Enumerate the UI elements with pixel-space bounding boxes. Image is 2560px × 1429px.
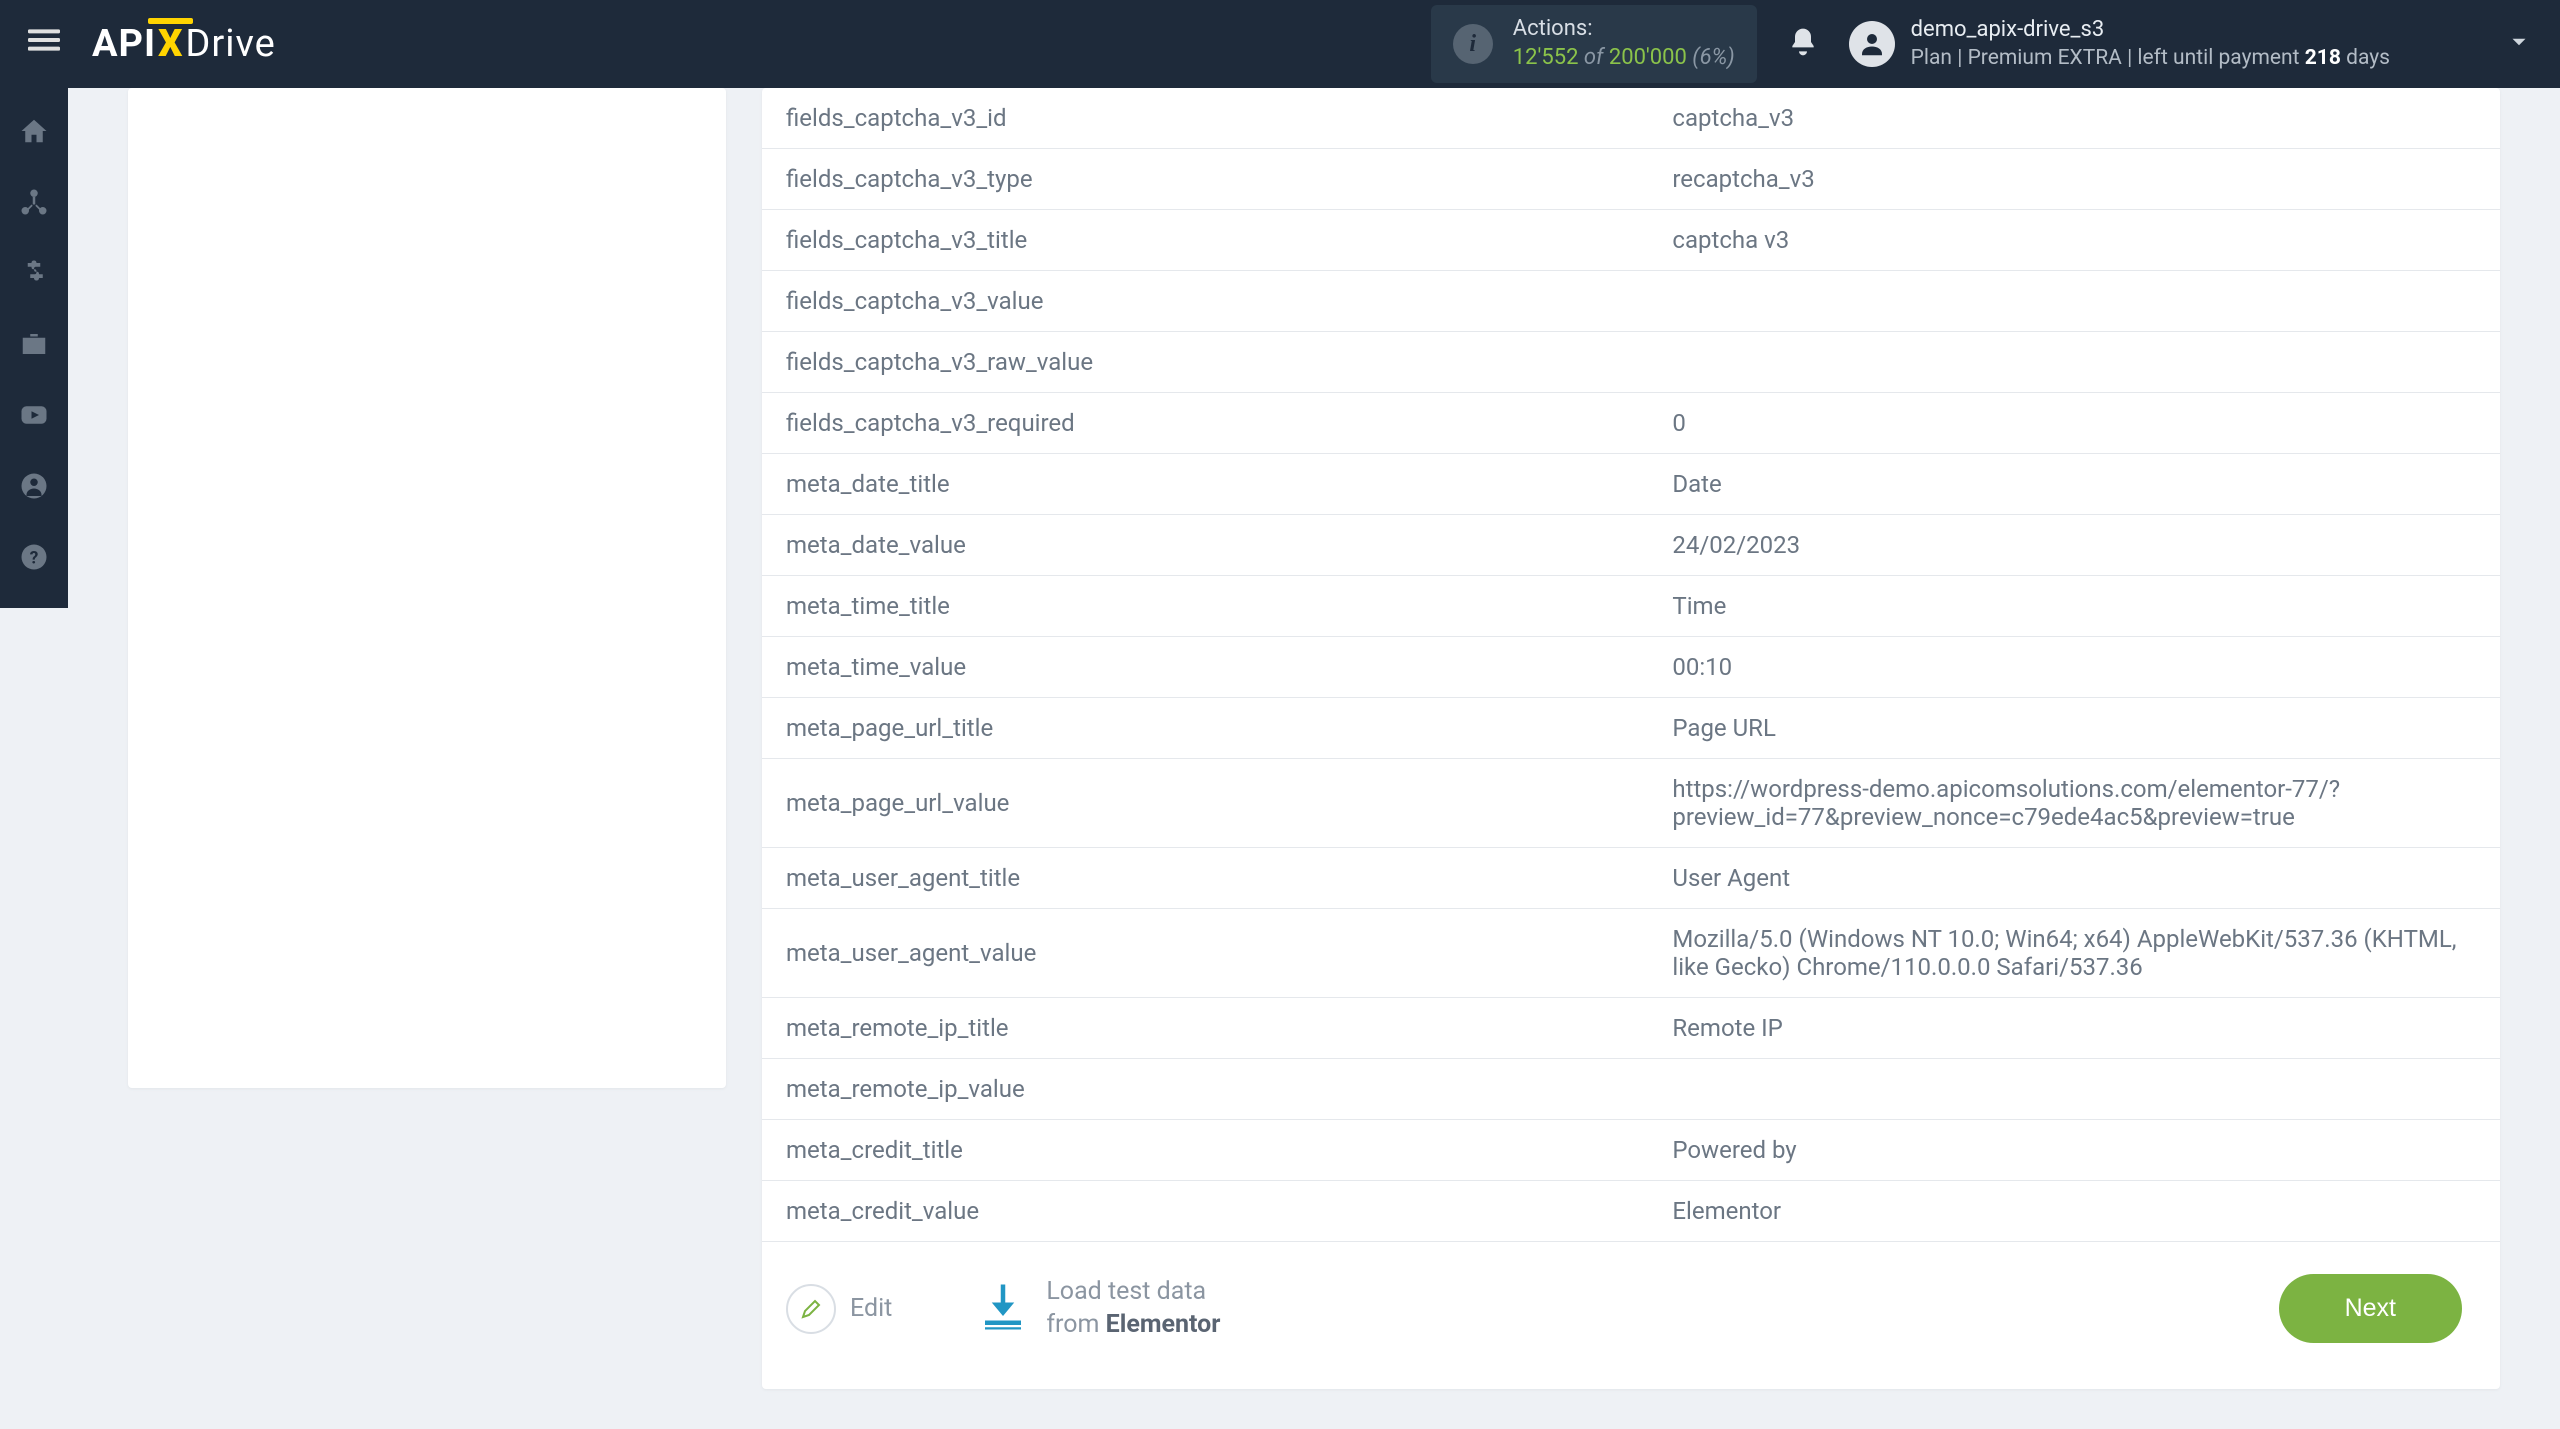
logo-api: API [92, 22, 156, 66]
table-row: meta_date_value24/02/2023 [762, 515, 2500, 576]
footer-actions: Edit Load test data from Elementor Next [762, 1242, 2500, 1343]
logo-drive: Drive [185, 22, 275, 66]
field-value: recaptcha_v3 [1648, 149, 2500, 210]
field-key: meta_date_value [762, 515, 1648, 576]
field-key: meta_remote_ip_title [762, 998, 1648, 1059]
load-line1: Load test data [1046, 1276, 1220, 1309]
field-value: captcha_v3 [1648, 88, 2500, 149]
field-key: meta_time_value [762, 637, 1648, 698]
table-row: meta_time_value00:10 [762, 637, 2500, 698]
field-value: Powered by [1648, 1120, 2500, 1181]
field-key: fields_captcha_v3_raw_value [762, 332, 1648, 393]
next-button[interactable]: Next [2279, 1274, 2462, 1343]
table-row: fields_captcha_v3_titlecaptcha v3 [762, 210, 2500, 271]
bell-icon[interactable] [1787, 26, 1819, 62]
actions-values: 12'552 of 200'000 (6%) [1513, 44, 1735, 73]
sidebar-video[interactable] [16, 397, 52, 433]
field-key: fields_captcha_v3_id [762, 88, 1648, 149]
field-key: meta_remote_ip_value [762, 1059, 1648, 1120]
sidebar-help[interactable]: ? [16, 539, 52, 575]
field-value: captcha v3 [1648, 210, 2500, 271]
header: APIXDrive i Actions: 12'552 of 200'000 (… [0, 0, 2560, 88]
sidebar-billing[interactable] [16, 255, 52, 291]
field-key: meta_date_title [762, 454, 1648, 515]
table-row: meta_page_url_valuehttps://wordpress-dem… [762, 759, 2500, 848]
field-key: fields_captcha_v3_value [762, 271, 1648, 332]
field-key: fields_captcha_v3_title [762, 210, 1648, 271]
table-row: fields_captcha_v3_idcaptcha_v3 [762, 88, 2500, 149]
field-key: fields_captcha_v3_type [762, 149, 1648, 210]
edit-button[interactable]: Edit [786, 1284, 892, 1334]
user-menu[interactable]: demo_apix-drive_s3 Plan | Premium EXTRA … [1849, 16, 2532, 72]
table-row: fields_captcha_v3_raw_value [762, 332, 2500, 393]
actions-box[interactable]: i Actions: 12'552 of 200'000 (6%) [1431, 5, 1757, 82]
field-key: meta_time_title [762, 576, 1648, 637]
logo-x: X [158, 22, 183, 66]
table-row: meta_page_url_titlePage URL [762, 698, 2500, 759]
field-value: Elementor [1648, 1181, 2500, 1242]
info-icon: i [1453, 24, 1493, 64]
table-row: meta_credit_valueElementor [762, 1181, 2500, 1242]
field-value: Mozilla/5.0 (Windows NT 10.0; Win64; x64… [1648, 909, 2500, 998]
pencil-icon [786, 1284, 836, 1334]
user-name: demo_apix-drive_s3 [1911, 16, 2390, 45]
actions-label: Actions: [1513, 15, 1735, 44]
chevron-down-icon [2506, 29, 2532, 59]
field-key: meta_page_url_value [762, 759, 1648, 848]
field-value [1648, 271, 2500, 332]
sidebar-briefcase[interactable] [16, 326, 52, 362]
field-value: Time [1648, 576, 2500, 637]
field-key: fields_captcha_v3_required [762, 393, 1648, 454]
download-icon [976, 1280, 1030, 1338]
sidebar: ? [0, 88, 68, 608]
field-value: User Agent [1648, 848, 2500, 909]
table-row: meta_date_titleDate [762, 454, 2500, 515]
table-row: fields_captcha_v3_typerecaptcha_v3 [762, 149, 2500, 210]
user-plan: Plan | Premium EXTRA | left until paymen… [1911, 45, 2390, 72]
user-avatar-icon [1849, 21, 1895, 67]
sidebar-profile[interactable] [16, 468, 52, 504]
field-key: meta_user_agent_value [762, 909, 1648, 998]
field-value: 24/02/2023 [1648, 515, 2500, 576]
data-panel: fields_captcha_v3_idcaptcha_v3fields_cap… [762, 88, 2500, 1389]
field-value [1648, 1059, 2500, 1120]
menu-toggle[interactable] [28, 24, 60, 64]
field-value: Remote IP [1648, 998, 2500, 1059]
load-test-data-button[interactable]: Load test data from Elementor [976, 1276, 1220, 1341]
data-table: fields_captcha_v3_idcaptcha_v3fields_cap… [762, 88, 2500, 1242]
table-row: fields_captcha_v3_value [762, 271, 2500, 332]
table-row: meta_credit_titlePowered by [762, 1120, 2500, 1181]
field-value: Date [1648, 454, 2500, 515]
logo[interactable]: APIXDrive [92, 22, 276, 66]
field-value: 00:10 [1648, 637, 2500, 698]
sidebar-connections[interactable] [16, 184, 52, 220]
table-row: meta_time_titleTime [762, 576, 2500, 637]
field-value: Page URL [1648, 698, 2500, 759]
table-row: meta_remote_ip_value [762, 1059, 2500, 1120]
field-value: 0 [1648, 393, 2500, 454]
field-key: meta_credit_value [762, 1181, 1648, 1242]
field-key: meta_user_agent_title [762, 848, 1648, 909]
field-key: meta_page_url_title [762, 698, 1648, 759]
svg-text:?: ? [30, 548, 39, 568]
field-value [1648, 332, 2500, 393]
left-panel [128, 88, 726, 1088]
edit-label: Edit [850, 1294, 892, 1323]
field-key: meta_credit_title [762, 1120, 1648, 1181]
table-row: meta_remote_ip_titleRemote IP [762, 998, 2500, 1059]
table-row: meta_user_agent_valueMozilla/5.0 (Window… [762, 909, 2500, 998]
table-row: meta_user_agent_titleUser Agent [762, 848, 2500, 909]
sidebar-home[interactable] [16, 113, 52, 149]
table-row: fields_captcha_v3_required0 [762, 393, 2500, 454]
field-value: https://wordpress-demo.apicomsolutions.c… [1648, 759, 2500, 848]
